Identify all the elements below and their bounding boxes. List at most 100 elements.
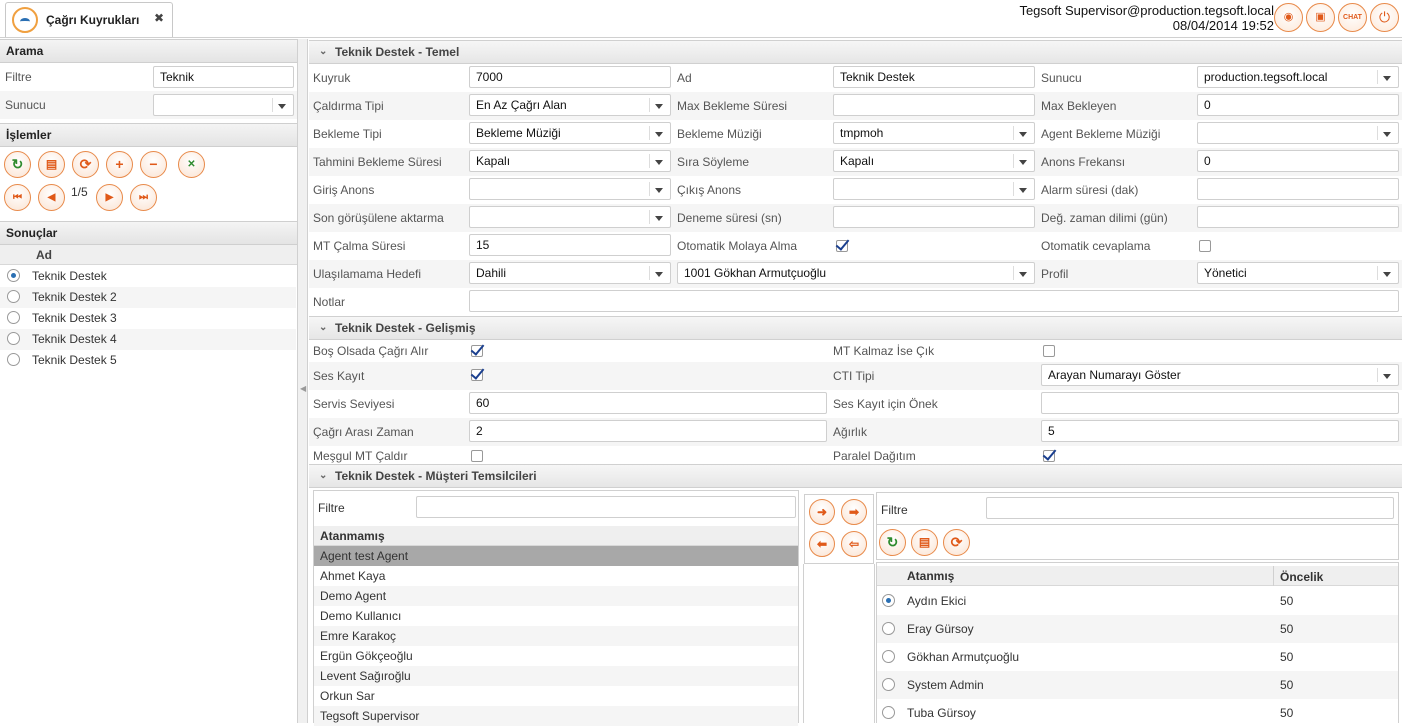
collapse-chevron-icon[interactable]: ⌄ <box>319 41 327 63</box>
beklemetipi-select[interactable]: Bekleme Müziği <box>469 122 671 144</box>
last-page-icon[interactable]: ⏭ <box>130 184 157 211</box>
result-row[interactable]: Teknik Destek 3 <box>0 308 296 329</box>
ulasilamama-select[interactable]: Dahili <box>469 262 671 284</box>
refresh-icon[interactable]: ↻ <box>4 151 31 178</box>
paralel-checkbox[interactable] <box>1043 450 1055 462</box>
notlar-input[interactable] <box>469 290 1399 312</box>
degzaman-input[interactable] <box>1197 206 1399 228</box>
cagriarasi-input[interactable]: 2 <box>469 420 827 442</box>
server-select[interactable] <box>153 94 294 116</box>
tab-cagri-kuyruklari[interactable]: Çağrı Kuyrukları ✖ <box>5 2 173 37</box>
collapse-chevron-icon[interactable]: ⌄ <box>319 465 327 487</box>
deneme-input[interactable] <box>833 206 1035 228</box>
assigned-priority[interactable]: 50 <box>1280 591 1293 611</box>
assigned-reload-icon[interactable]: ⟳ <box>943 529 970 556</box>
result-row[interactable]: Teknik Destek 5 <box>0 350 296 371</box>
mtcalma-input[interactable]: 15 <box>469 234 671 256</box>
result-row[interactable]: Teknik Destek <box>0 266 296 287</box>
unassigned-item[interactable]: Orkun Sar <box>314 686 798 706</box>
sunucu-select[interactable]: production.tegsoft.local <box>1197 66 1399 88</box>
assigned-row[interactable]: Tuba Gürsoy 50 <box>877 699 1398 724</box>
otocevap-checkbox[interactable] <box>1199 240 1211 252</box>
remove-icon[interactable]: − <box>140 151 167 178</box>
molaya-checkbox[interactable] <box>836 240 848 252</box>
assigned-radio[interactable] <box>882 622 895 635</box>
result-radio[interactable] <box>7 269 20 282</box>
collapse-chevron-icon[interactable]: ⌄ <box>319 317 327 339</box>
assigned-radio[interactable] <box>882 678 895 691</box>
mtkalmaz-checkbox[interactable] <box>1043 345 1055 357</box>
assigned-priority[interactable]: 50 <box>1280 619 1293 639</box>
assigned-priority[interactable]: 50 <box>1280 647 1293 667</box>
unassigned-item[interactable]: Agent test Agent <box>314 546 798 566</box>
assigned-radio[interactable] <box>882 706 895 719</box>
move-all-left-icon[interactable]: ⇦ <box>841 531 867 557</box>
agent-status-icon[interactable]: ◉ <box>1274 3 1303 32</box>
assigned-radio[interactable] <box>882 650 895 663</box>
unassigned-item[interactable]: Emre Karakoç <box>314 626 798 646</box>
next-page-icon[interactable]: ▶ <box>96 184 123 211</box>
agents-section-header[interactable]: ⌄ Teknik Destek - Müşteri Temsilcileri <box>309 464 1402 488</box>
assigned-save-icon[interactable]: ▤ <box>911 529 938 556</box>
unassigned-item[interactable]: Demo Agent <box>314 586 798 606</box>
assigned-row[interactable]: Aydın Ekici 50 <box>877 587 1398 615</box>
anons-input[interactable]: 0 <box>1197 150 1399 172</box>
ulasilamama-target-select[interactable]: 1001 Gökhan Armutçuoğlu <box>677 262 1035 284</box>
assigned-filter-input[interactable] <box>986 497 1394 519</box>
mesgul-checkbox[interactable] <box>471 450 483 462</box>
tab-close-icon[interactable]: ✖ <box>154 11 164 25</box>
reload-icon[interactable]: ⟳ <box>72 151 99 178</box>
cti-select[interactable]: Arayan Numarayı Göster <box>1041 364 1399 386</box>
unassigned-filter-input[interactable] <box>416 496 796 518</box>
giris-select[interactable] <box>469 178 671 200</box>
kuyruk-input[interactable]: 7000 <box>469 66 671 88</box>
ad-input[interactable]: Teknik Destek <box>833 66 1035 88</box>
chat-icon[interactable]: CHAT <box>1338 3 1367 32</box>
unassigned-item[interactable]: Demo Kullanıcı <box>314 606 798 626</box>
assigned-priority[interactable]: 50 <box>1280 703 1293 723</box>
alarm-input[interactable] <box>1197 178 1399 200</box>
basic-section-header[interactable]: ⌄ Teknik Destek - Temel <box>309 40 1402 64</box>
cikis-select[interactable] <box>833 178 1035 200</box>
result-radio[interactable] <box>7 290 20 303</box>
previous-page-icon[interactable]: ◀ <box>38 184 65 211</box>
result-radio[interactable] <box>7 311 20 324</box>
tahmini-select[interactable]: Kapalı <box>469 150 671 172</box>
assigned-priority[interactable]: 50 <box>1280 675 1293 695</box>
first-page-icon[interactable]: ⏮ <box>4 184 31 211</box>
save-icon[interactable]: ▤ <box>38 151 65 178</box>
profil-select[interactable]: Yönetici <box>1197 262 1399 284</box>
unassigned-item[interactable]: Ergün Gökçeoğlu <box>314 646 798 666</box>
assigned-row[interactable]: Gökhan Armutçuoğlu 50 <box>877 643 1398 671</box>
assigned-row[interactable]: Eray Gürsoy 50 <box>877 615 1398 643</box>
beklememuzigi-select[interactable]: tmpmoh <box>833 122 1035 144</box>
monitor-icon[interactable]: ▣ <box>1306 3 1335 32</box>
result-radio[interactable] <box>7 353 20 366</box>
caldirma-select[interactable]: En Az Çağrı Alan <box>469 94 671 116</box>
servis-input[interactable]: 60 <box>469 392 827 414</box>
collapse-left-icon[interactable]: ◀ <box>300 384 306 393</box>
maxbekleme-input[interactable] <box>833 94 1035 116</box>
export-excel-icon[interactable]: ✕ <box>178 151 205 178</box>
agentmuzik-select[interactable] <box>1197 122 1399 144</box>
maxbekleyen-input[interactable]: 0 <box>1197 94 1399 116</box>
unassigned-item[interactable]: Ahmet Kaya <box>314 566 798 586</box>
agirlik-input[interactable]: 5 <box>1041 420 1399 442</box>
assigned-radio[interactable] <box>882 594 895 607</box>
advanced-section-header[interactable]: ⌄ Teknik Destek - Gelişmiş <box>309 316 1402 340</box>
add-icon[interactable]: + <box>106 151 133 178</box>
sira-select[interactable]: Kapalı <box>833 150 1035 172</box>
panel-splitter[interactable]: ◀ <box>298 39 308 723</box>
result-radio[interactable] <box>7 332 20 345</box>
move-right-icon[interactable]: ➜ <box>809 499 835 525</box>
seskayit-checkbox[interactable] <box>471 369 483 381</box>
assigned-row[interactable]: System Admin 50 <box>877 671 1398 699</box>
onek-input[interactable] <box>1041 392 1399 414</box>
filter-input[interactable]: Teknik <box>153 66 294 88</box>
assigned-refresh-icon[interactable]: ↻ <box>879 529 906 556</box>
result-row[interactable]: Teknik Destek 4 <box>0 329 296 350</box>
move-all-right-icon[interactable]: ➡ <box>841 499 867 525</box>
unassigned-item[interactable]: Tegsoft Supervisor <box>314 706 798 726</box>
move-left-icon[interactable]: ⬅ <box>809 531 835 557</box>
power-icon[interactable]: ⏻ <box>1370 3 1399 32</box>
